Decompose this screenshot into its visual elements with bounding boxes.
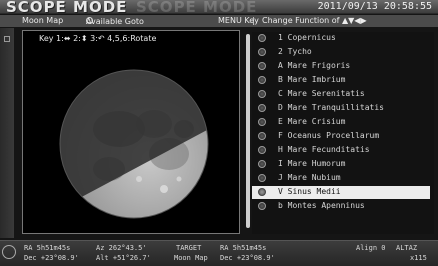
mode-label[interactable]: Moon Map bbox=[22, 16, 63, 25]
list-item[interactable]: H Mare Fecunditatis bbox=[252, 144, 430, 157]
left-tool-strip bbox=[0, 28, 14, 238]
status-speed: x115 bbox=[410, 254, 427, 262]
circle-bullet-icon bbox=[258, 76, 266, 84]
object-list-scrollbar[interactable] bbox=[246, 34, 250, 228]
circle-bullet-icon bbox=[258, 118, 266, 126]
circle-bullet-icon bbox=[258, 160, 266, 168]
list-item-label: A Mare Frigoris bbox=[278, 61, 351, 70]
list-item[interactable]: C Mare Serenitatis bbox=[252, 88, 430, 101]
list-item[interactable]: I Mare Humorum bbox=[252, 158, 430, 171]
list-item-label: b Montes Apenninus bbox=[278, 201, 365, 210]
circle-bullet-icon bbox=[258, 202, 266, 210]
list-item-label: C Mare Serenitatis bbox=[278, 89, 365, 98]
moon-map-view[interactable]: Key 1:⬌ 2:⬍ 3:↶ 4,5,6:Rotate bbox=[22, 30, 240, 234]
list-item-label: D Mare Tranquillitatis bbox=[278, 103, 384, 112]
status-alt: Alt +51°26.7' bbox=[96, 254, 151, 262]
list-item[interactable]: E Mare Crisium bbox=[252, 116, 430, 129]
page-title: SCOPE MODE bbox=[6, 0, 128, 16]
circle-bullet-icon bbox=[258, 34, 266, 42]
list-item-label: H Mare Fecunditatis bbox=[278, 145, 370, 154]
circle-bullet-icon bbox=[258, 62, 266, 70]
list-item-selected[interactable]: V Sinus Medii bbox=[252, 186, 430, 199]
list-item-label: 1 Copernicus bbox=[278, 33, 336, 42]
available-goto-label: Available Goto bbox=[86, 17, 144, 26]
list-item-label: F Oceanus Procellarum bbox=[278, 131, 380, 140]
status-target-dec: Dec +23°08.9' bbox=[220, 254, 275, 262]
circle-bullet-icon bbox=[258, 90, 266, 98]
list-item-label: B Mare Imbrium bbox=[278, 75, 346, 84]
circle-bullet-icon bbox=[258, 146, 266, 154]
circle-bullet-icon bbox=[258, 132, 266, 140]
moon-icon bbox=[59, 69, 209, 219]
list-item[interactable]: 2 Tycho bbox=[252, 46, 430, 59]
list-item-label: V Sinus Medii bbox=[278, 187, 341, 196]
title-bar: SCOPE MODE SCOPE MODE 2011/09/13 20:58:5… bbox=[0, 0, 438, 16]
list-item-label: E Mare Crisium bbox=[278, 117, 346, 126]
scope-mode-screen: SCOPE MODE SCOPE MODE 2011/09/13 20:58:5… bbox=[0, 0, 438, 266]
list-item[interactable]: B Mare Imbrium bbox=[252, 74, 430, 87]
key-hint: Key 1:⬌ 2:⬍ 3:↶ 4,5,6:Rotate bbox=[39, 34, 157, 43]
list-item[interactable]: J Mare Nubium bbox=[252, 172, 430, 185]
status-dec: Dec +23°08.9' bbox=[24, 254, 79, 262]
status-bar: RA 5h51m45s Dec +23°08.9' Az 262°43.5' A… bbox=[0, 240, 438, 266]
list-item-label: I Mare Humorum bbox=[278, 159, 346, 168]
moon-image bbox=[59, 69, 209, 219]
status-az: Az 262°43.5' bbox=[96, 244, 147, 252]
list-item-label: 2 Tycho bbox=[278, 47, 312, 56]
list-item[interactable]: A Mare Frigoris bbox=[252, 60, 430, 73]
status-target-label: TARGET bbox=[176, 244, 202, 252]
list-item[interactable]: 1 Copernicus bbox=[252, 32, 430, 45]
circle-bullet-icon bbox=[258, 188, 266, 196]
strip-marker-icon bbox=[4, 36, 10, 42]
circle-bullet-icon bbox=[258, 104, 266, 112]
menu-bar: Moon Map Available Goto MENU Key | Chang… bbox=[0, 15, 438, 27]
menu-separator: | bbox=[252, 16, 255, 25]
status-ra: RA 5h51m45s bbox=[24, 244, 71, 252]
list-item[interactable]: D Mare Tranquillitatis bbox=[252, 102, 430, 115]
list-item-label: J Mare Nubium bbox=[278, 173, 341, 182]
telescope-icon bbox=[2, 245, 16, 259]
status-target-name: Moon Map bbox=[174, 254, 208, 262]
list-item[interactable]: b Montes Apenninus bbox=[252, 200, 430, 213]
object-list: 1 Copernicus 2 Tycho A Mare Frigoris B M… bbox=[252, 32, 434, 234]
title-ghost: SCOPE MODE bbox=[136, 0, 258, 16]
circle-bullet-icon bbox=[258, 174, 266, 182]
status-altaz: ALTAZ bbox=[396, 244, 418, 252]
status-align: Align 0 bbox=[356, 244, 386, 252]
circle-bullet-icon bbox=[258, 48, 266, 56]
datetime-display: 2011/09/13 20:58:55 bbox=[317, 1, 432, 12]
change-function-label: Change Function of ▲▼◀▶ bbox=[262, 16, 367, 25]
list-item[interactable]: F Oceanus Procellarum bbox=[252, 130, 430, 143]
status-target-ra: RA 5h51m45s bbox=[220, 244, 267, 252]
